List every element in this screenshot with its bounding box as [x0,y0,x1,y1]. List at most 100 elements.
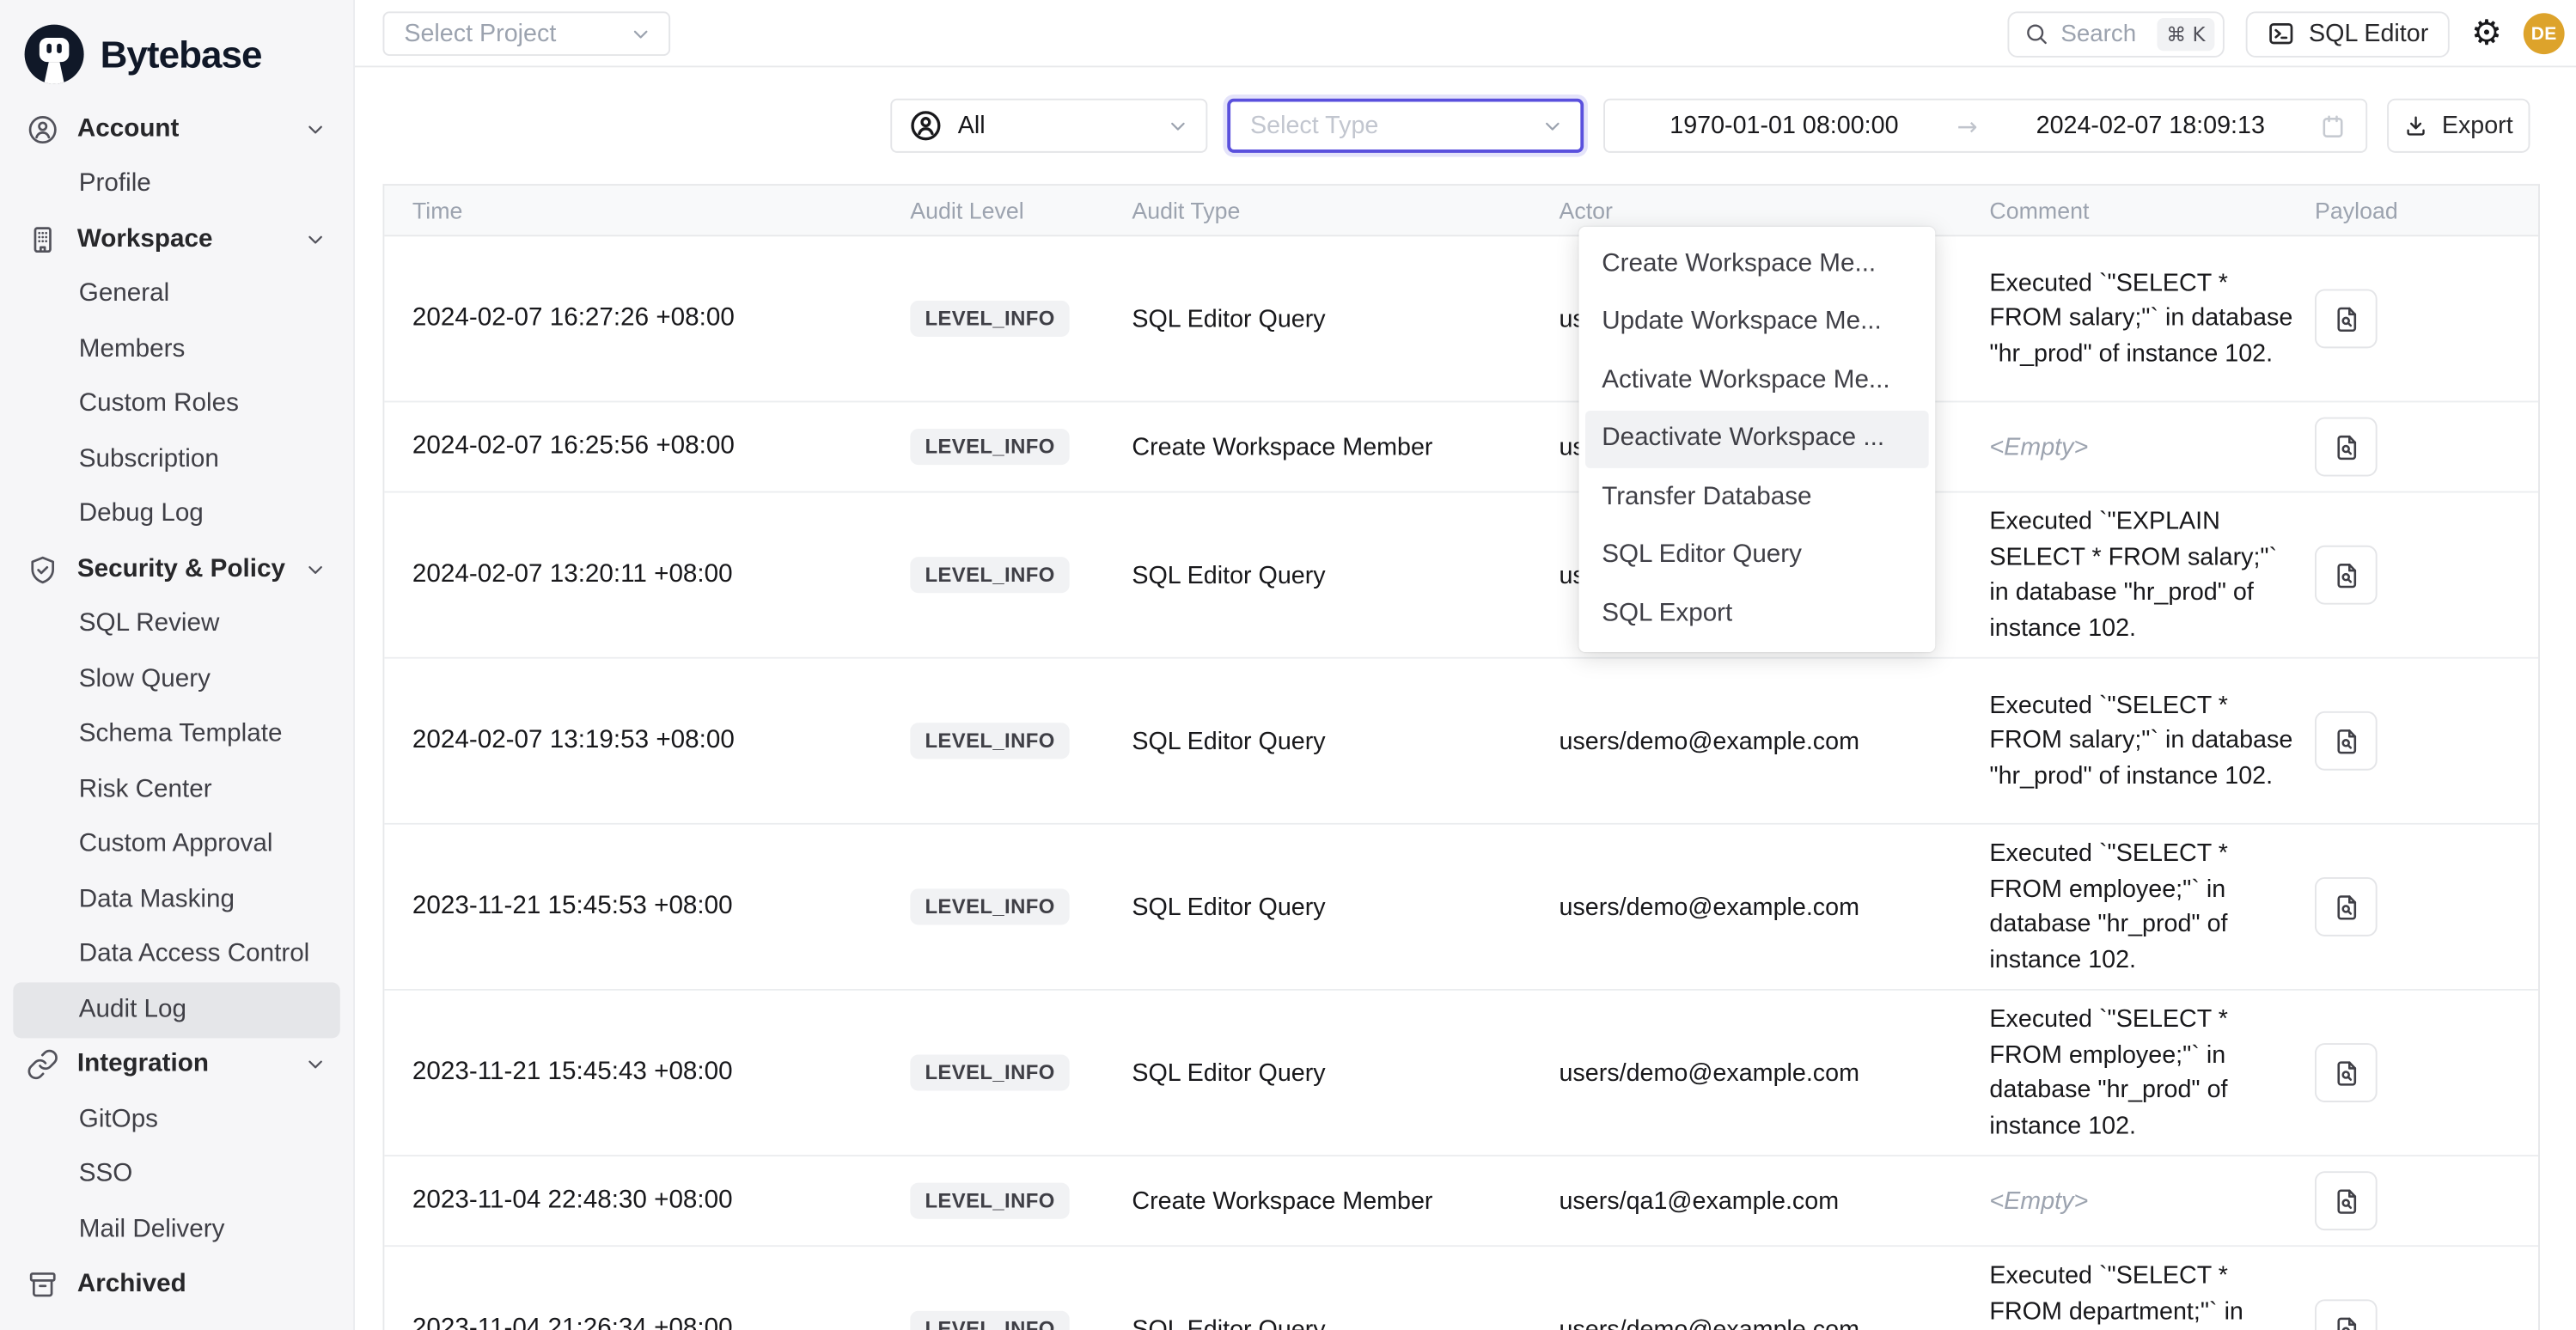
comment-value: Executed `"SELECT * FROM employee;"` in … [1989,1002,2295,1143]
menu-item-activate-workspace-me[interactable]: Activate Workspace Me... [1585,351,1929,410]
audit-log-page: All Select Type 1970-01-01 08:00:00 → 20… [355,67,2576,1330]
column-header-time: Time [384,197,910,223]
sidebar-section-label: Workspace [77,224,213,253]
menu-item-sql-export[interactable]: SQL Export [1585,585,1929,644]
file-search-icon [2330,725,2361,756]
payload-view-button[interactable] [2315,1299,2378,1330]
building-icon [27,223,59,256]
sidebar-section-label: Integration [77,1050,209,1079]
menu-item-create-workspace-me[interactable]: Create Workspace Me... [1585,235,1929,293]
comment-value: Executed `"SELECT * FROM salary;"` in da… [1989,265,2295,371]
gear-icon[interactable]: ⚙ [2471,16,2502,51]
sidebar-item-label: SSO [79,1148,353,1203]
bytebase-app-window: Bytebase AccountProfileWorkspaceGeneralM… [0,0,2576,1330]
date-range-picker[interactable]: 1970-01-01 08:00:00 → 2024-02-07 18:09:1… [1603,99,2367,153]
cell-actor: users/demo@example.com [1559,991,1989,1155]
export-button[interactable]: Export [2387,99,2530,153]
sidebar-item-custom-roles[interactable]: Custom Roles [0,377,353,432]
search-input[interactable]: Search ⌘ K [2008,10,2225,57]
file-search-icon [2330,891,2361,922]
type-filter-select[interactable]: Select Type [1227,99,1584,153]
sidebar-section-workspace[interactable]: Workspace [0,212,353,267]
column-header-actor: Actor [1559,197,1989,223]
column-header-audit-level: Audit Level [910,197,1132,223]
chevron-down-icon [629,22,652,46]
menu-item-deactivate-workspace[interactable]: Deactivate Workspace ... [1585,410,1929,468]
sidebar-section-integration[interactable]: Integration [0,1037,353,1092]
audit-type-value: Create Workspace Member [1132,1187,1432,1215]
actor-filter-select[interactable]: All [890,99,1207,153]
table-row: 2024-02-07 13:19:53 +08:00LEVEL_INFOSQL … [384,659,2538,825]
sidebar-section-security-policy[interactable]: Security & Policy [0,542,353,597]
sidebar-item-general[interactable]: General [0,267,353,322]
sidebar-item-sql-review[interactable]: SQL Review [0,597,353,652]
sidebar-item-subscription[interactable]: Subscription [0,432,353,487]
user-circle-icon [27,113,59,145]
sql-editor-button[interactable]: SQL Editor [2246,10,2450,57]
sidebar-item-data-masking[interactable]: Data Masking [0,872,353,927]
sidebar-item-mail-delivery[interactable]: Mail Delivery [0,1203,353,1258]
sidebar-item-profile[interactable]: Profile [0,157,353,212]
cell-audit-level: LEVEL_INFO [910,493,1132,657]
sidebar-item-label: Subscription [79,432,353,487]
project-select[interactable]: Select Project [382,11,670,56]
brand-logo[interactable]: Bytebase [0,0,353,92]
cell-payload [2308,991,2538,1155]
cell-audit-type: Create Workspace Member [1132,402,1559,491]
actor-value: users/demo@example.com [1559,1059,1859,1087]
cell-time: 2024-02-07 13:20:11 +08:00 [384,493,910,657]
cell-time: 2023-11-04 22:48:30 +08:00 [384,1156,910,1245]
file-search-icon [2330,559,2361,590]
comment-value: Executed `"SELECT * FROM salary;"` in da… [1989,688,2295,794]
sidebar-item-gitops[interactable]: GitOps [0,1092,353,1147]
payload-view-button[interactable] [2315,711,2378,771]
time-value: 2024-02-07 13:20:11 +08:00 [412,560,733,589]
date-range-start: 1970-01-01 08:00:00 [1628,112,1940,140]
table-row: 2024-02-07 16:25:56 +08:00LEVEL_INFOCrea… [384,402,2538,492]
payload-view-button[interactable] [2315,1171,2378,1230]
calendar-icon[interactable] [2320,113,2347,139]
audit-level-badge: LEVEL_INFO [910,1054,1070,1090]
file-search-icon [2330,431,2361,462]
sidebar-section-account[interactable]: Account [0,102,353,157]
audit-type-value: SQL Editor Query [1132,1315,1325,1330]
cell-audit-type: SQL Editor Query [1132,493,1559,657]
avatar[interactable]: DE [2524,13,2565,54]
menu-item-sql-editor-query[interactable]: SQL Editor Query [1585,527,1929,585]
audit-type-value: Create Workspace Member [1132,433,1432,461]
cell-audit-type: SQL Editor Query [1132,1247,1559,1330]
actor-filter-value: All [958,112,1152,140]
date-range-end: 2024-02-07 18:09:13 [1994,112,2306,140]
sidebar-item-slow-query[interactable]: Slow Query [0,652,353,707]
sidebar-item-schema-template[interactable]: Schema Template [0,707,353,762]
payload-view-button[interactable] [2315,1043,2378,1102]
audit-type-value: SQL Editor Query [1132,727,1325,755]
sidebar-item-audit-log[interactable]: Audit Log [0,982,353,1037]
menu-item-update-workspace-me[interactable]: Update Workspace Me... [1585,293,1929,351]
sidebar-item-risk-center[interactable]: Risk Center [0,762,353,817]
sidebar-item-label: General [79,267,353,322]
menu-item-transfer-database[interactable]: Transfer Database [1585,468,1929,527]
topbar: Select Project Search ⌘ K SQL Editor ⚙ D… [355,0,2576,67]
audit-level-badge: LEVEL_INFO [910,429,1070,465]
sidebar-item-members[interactable]: Members [0,322,353,377]
sidebar-item-data-access-control[interactable]: Data Access Control [0,927,353,982]
sidebar-item-custom-approval[interactable]: Custom Approval [0,817,353,872]
table-header-row: TimeAudit LevelAudit TypeActorCommentPay… [384,186,2538,236]
cell-payload [2308,825,2538,989]
type-filter-dropdown-menu: Create Workspace Me...Update Workspace M… [1578,227,1935,651]
sidebar-item-debug-log[interactable]: Debug Log [0,487,353,542]
sidebar-section-archived[interactable]: Archived [0,1258,353,1313]
payload-view-button[interactable] [2315,290,2378,349]
sidebar-item-label: GitOps [79,1092,353,1147]
payload-view-button[interactable] [2315,418,2378,477]
table-row: 2023-11-04 22:48:30 +08:00LEVEL_INFOCrea… [384,1156,2538,1247]
sidebar-item-sso[interactable]: SSO [0,1148,353,1203]
export-label: Export [2442,112,2513,140]
archive-icon [27,1269,59,1302]
payload-view-button[interactable] [2315,546,2378,605]
cell-audit-level: LEVEL_INFO [910,825,1132,989]
sidebar-item-label: Data Access Control [79,927,353,982]
cell-payload [2308,236,2538,400]
payload-view-button[interactable] [2315,877,2378,936]
